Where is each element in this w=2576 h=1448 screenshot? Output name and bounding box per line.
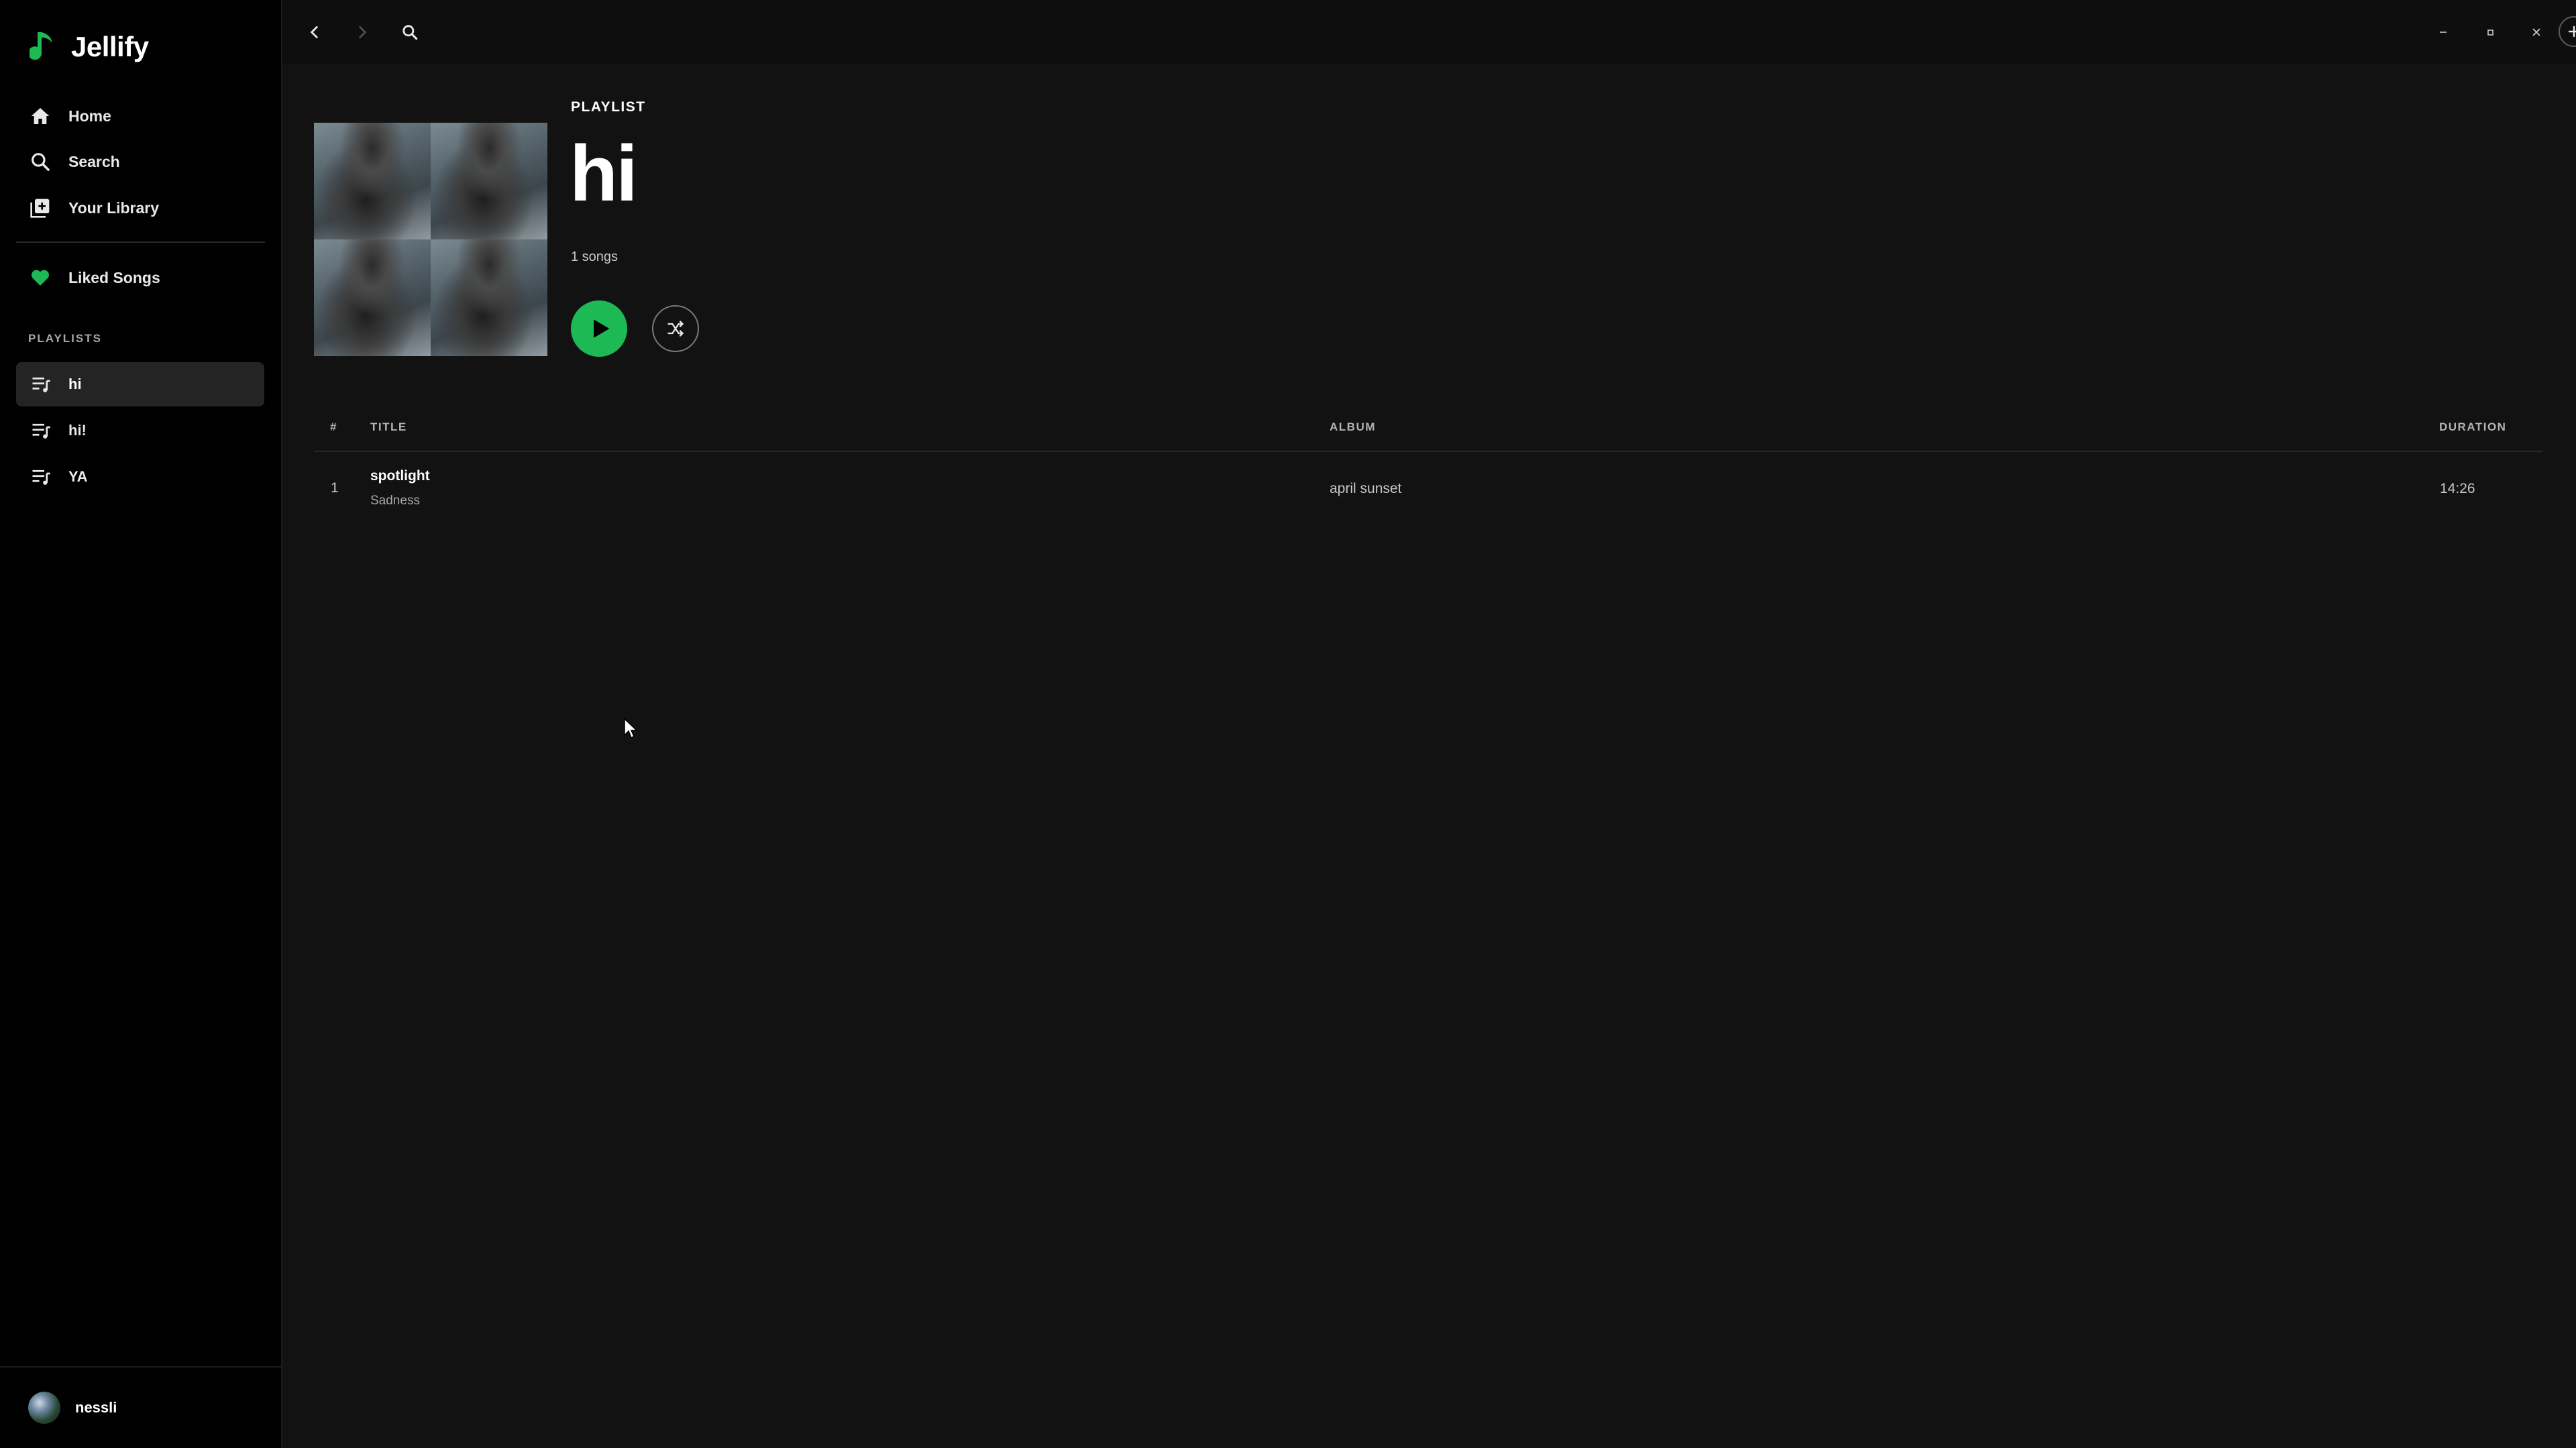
play-button[interactable]: [571, 300, 627, 357]
home-icon: [31, 108, 50, 124]
playlist-icon: [32, 423, 50, 439]
playlists-heading: PLAYLISTS: [28, 332, 102, 345]
playlist-icon: [32, 377, 50, 392]
shuffle-button[interactable]: [652, 305, 699, 352]
track-number: 1: [331, 480, 339, 496]
shuffle-icon: [667, 321, 684, 337]
track-title[interactable]: spotlight: [370, 468, 430, 484]
track-artist[interactable]: Sadness: [370, 494, 420, 508]
music-note-icon: [30, 32, 52, 60]
back-icon: [310, 26, 318, 38]
sidebar-playlist-label: hi!: [68, 422, 87, 439]
app-name: Jellify: [71, 31, 149, 62]
app-logo[interactable]: Jellify: [30, 27, 149, 67]
cover-tile: [314, 123, 431, 239]
col-header-duration[interactable]: DURATION: [2439, 421, 2506, 434]
track-album[interactable]: april sunset: [1330, 481, 1401, 497]
cover-tile: [431, 239, 547, 356]
search-icon: [402, 25, 418, 40]
sidebar-playlist-hi-excl[interactable]: hi!: [16, 408, 264, 453]
cover-tile: [314, 239, 431, 356]
user-name: nessli: [75, 1399, 117, 1416]
sidebar: Jellify Home Search Your Library Liked S…: [0, 0, 282, 1448]
table-divider: [314, 451, 2542, 452]
song-count: 1 songs: [571, 249, 619, 264]
mouse-cursor-icon: [624, 718, 638, 739]
nav-library-label: Your Library: [68, 199, 160, 217]
nav-library[interactable]: Your Library: [30, 191, 159, 225]
playlist-icon: [32, 469, 50, 485]
nav-search-label: Search: [68, 152, 120, 170]
maximize-button[interactable]: [2478, 20, 2502, 44]
nav-liked-label: Liked Songs: [68, 268, 160, 286]
sidebar-playlist-label: hi: [68, 376, 82, 392]
library-icon: [30, 199, 50, 218]
user-profile[interactable]: nessli: [0, 1366, 281, 1448]
add-button[interactable]: [2559, 16, 2576, 47]
back-button[interactable]: [299, 16, 331, 48]
minimize-icon: [2440, 32, 2447, 33]
sidebar-playlist-hi[interactable]: hi: [16, 362, 264, 406]
maximize-icon: [2487, 30, 2493, 36]
col-header-album[interactable]: ALBUM: [1330, 421, 1376, 434]
close-button[interactable]: [2524, 20, 2548, 44]
avatar: [28, 1392, 60, 1424]
nav-home[interactable]: Home: [30, 99, 111, 133]
heart-icon: [31, 270, 50, 286]
add-icon: [2568, 25, 2576, 38]
nav-liked-songs[interactable]: Liked Songs: [30, 261, 160, 294]
playlist-type: PLAYLIST: [571, 99, 646, 115]
search-icon: [32, 153, 50, 171]
sidebar-playlist-label: YA: [68, 468, 88, 485]
cover-tile: [431, 123, 547, 239]
nav-search[interactable]: Search: [30, 145, 120, 178]
close-icon: [2532, 28, 2540, 36]
page-title: hi: [570, 129, 638, 218]
sidebar-divider: [16, 241, 265, 243]
table-row[interactable]: 1 spotlight Sadness april sunset 14:26: [314, 463, 2542, 518]
nav-home-label: Home: [68, 107, 111, 125]
forward-icon: [359, 26, 367, 38]
forward-button[interactable]: [346, 16, 378, 48]
sidebar-playlist-ya[interactable]: YA: [16, 455, 264, 499]
top-search-button[interactable]: [394, 16, 426, 48]
play-icon: [593, 319, 609, 338]
minimize-button[interactable]: [2431, 20, 2455, 44]
top-bar: [282, 0, 2576, 64]
playlist-cover: [314, 123, 547, 356]
col-header-number: #: [330, 421, 337, 433]
track-duration: 14:26: [2440, 481, 2475, 496]
col-header-title[interactable]: TITLE: [370, 421, 407, 434]
